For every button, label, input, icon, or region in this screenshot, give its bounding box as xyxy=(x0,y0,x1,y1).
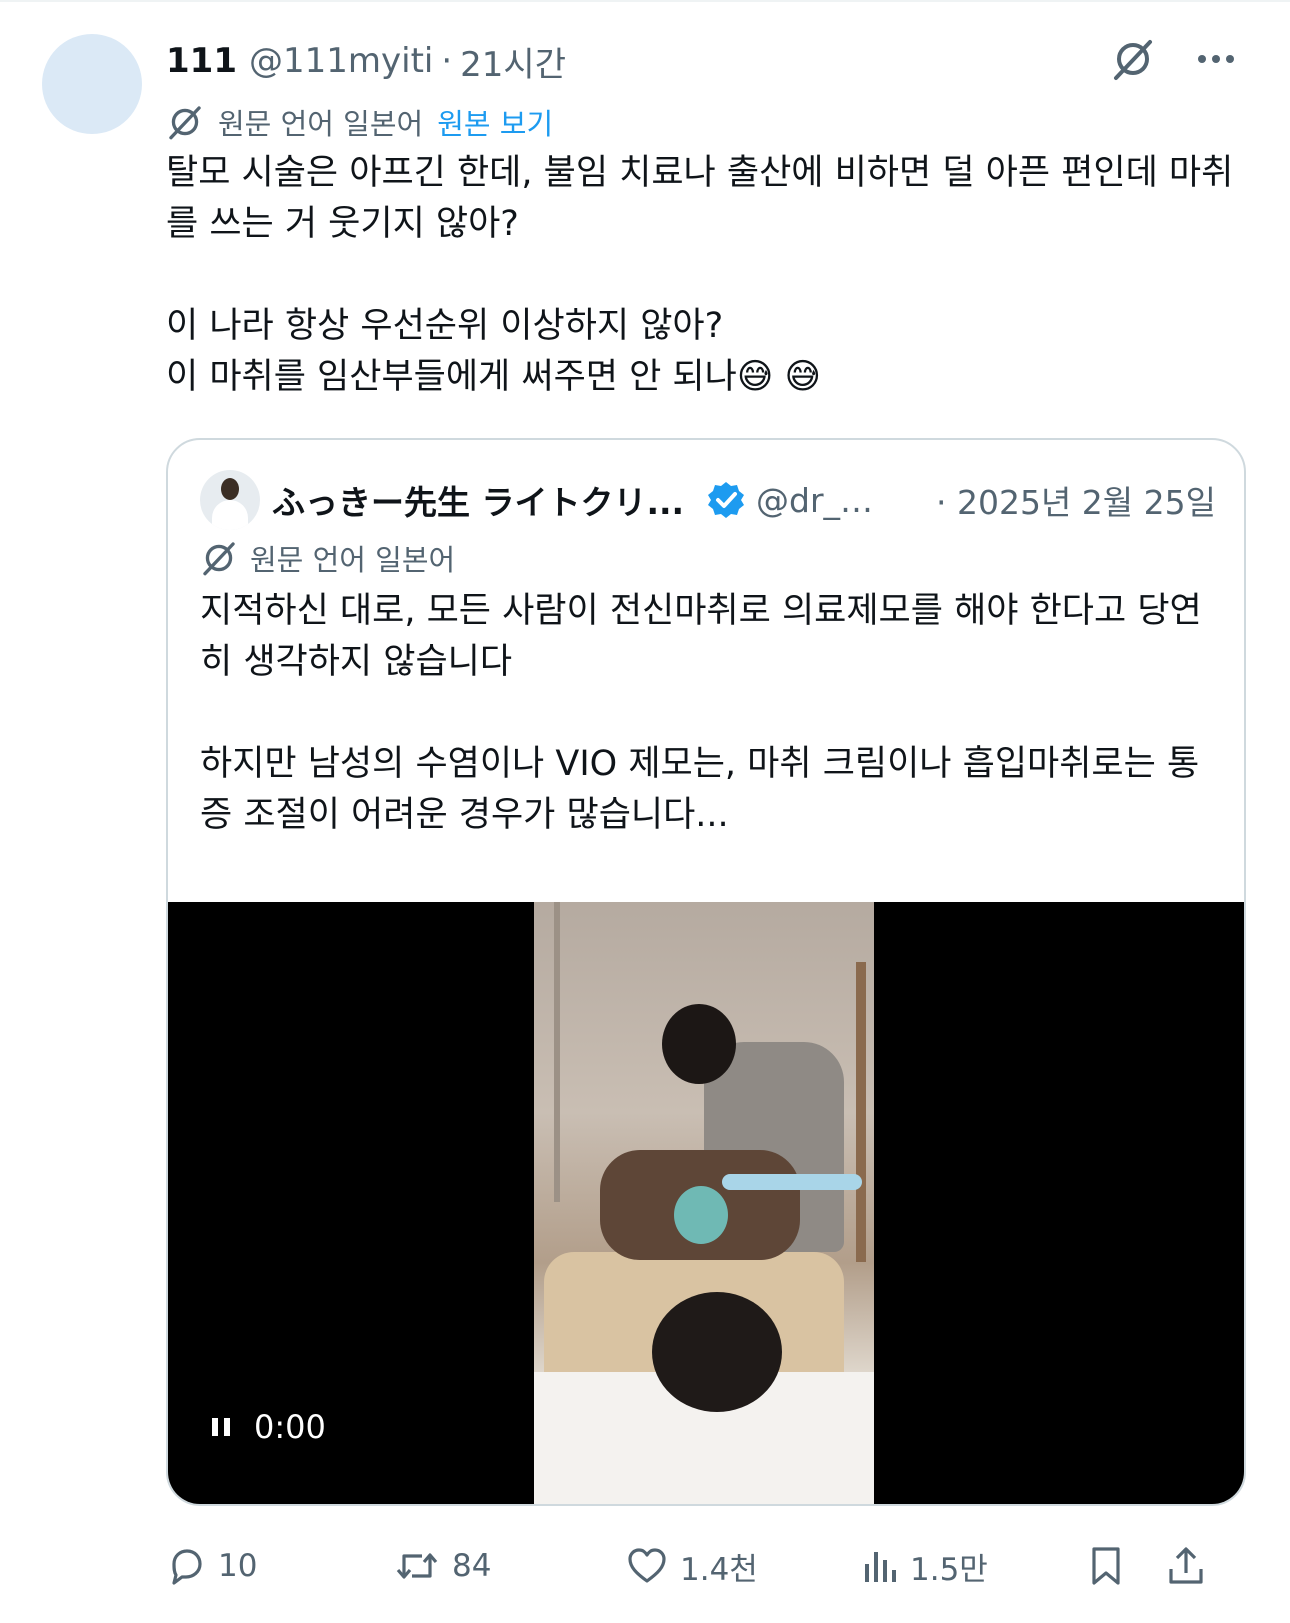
like-button[interactable]: 1.4천 xyxy=(626,1538,758,1594)
post-top-icons xyxy=(1110,36,1236,82)
views-count: 1.5만 xyxy=(910,1551,988,1588)
action-bar: 10 84 1.4천 1.5만 xyxy=(166,1538,1246,1594)
video-time: 0:00 xyxy=(254,1408,326,1446)
quoted-post[interactable]: ふっきー先生 ライトクリ... @dr_f... · 2025년 2월 25일 … xyxy=(166,438,1246,1506)
pause-icon[interactable] xyxy=(212,1418,230,1436)
views-button[interactable]: 1.5만 xyxy=(862,1538,988,1594)
grok-icon[interactable] xyxy=(1110,36,1156,82)
grok-translate-icon xyxy=(200,539,238,577)
author-handle[interactable]: @111myiti xyxy=(249,41,433,81)
translation-label: 원문 언어 일본어 xyxy=(218,107,424,141)
like-count: 1.4천 xyxy=(680,1551,758,1588)
quoted-post-text: 지적하신 대로, 모든 사람이 전신마취로 의료제모를 해야 한다고 당연 히 … xyxy=(200,591,1202,835)
video-controls: 0:00 xyxy=(212,1408,326,1446)
video-player[interactable]: 0:00 xyxy=(168,902,1244,1504)
quoted-translation-label: 원문 언어 일본어 xyxy=(250,543,456,577)
heart-icon xyxy=(626,1546,668,1586)
separator-dot: · xyxy=(441,41,453,81)
reply-icon xyxy=(166,1546,206,1586)
verified-badge-icon xyxy=(706,480,746,520)
avatar[interactable] xyxy=(42,34,142,134)
quoted-author-name[interactable]: ふっきー先生 ライトクリ... xyxy=(272,476,692,524)
more-options-icon[interactable] xyxy=(1196,53,1236,65)
quoted-post-header: ふっきー先生 ライトクリ... @dr_f... · 2025년 2월 25일 xyxy=(200,470,1216,530)
top-divider xyxy=(0,0,1290,2)
views-chart-icon xyxy=(862,1546,898,1586)
video-frame xyxy=(534,902,874,1504)
view-original-link[interactable]: 원본 보기 xyxy=(437,101,553,143)
share-button[interactable] xyxy=(1166,1538,1206,1594)
author-name[interactable]: 111 xyxy=(166,41,237,81)
reply-count: 10 xyxy=(218,1548,258,1584)
post-header: 111 @111myiti · 21시간 xyxy=(166,36,566,86)
bookmark-button[interactable] xyxy=(1088,1538,1124,1594)
quoted-author-avatar[interactable] xyxy=(200,470,260,530)
repost-count: 84 xyxy=(452,1548,492,1584)
quoted-author-handle[interactable]: @dr_f... xyxy=(756,481,876,520)
reply-button[interactable]: 10 xyxy=(166,1538,257,1594)
bookmark-icon xyxy=(1088,1545,1124,1587)
translation-row: 원문 언어 일본어 원본 보기 xyxy=(166,100,553,144)
post-time[interactable]: 21시간 xyxy=(460,37,566,86)
post-text: 탈모 시술은 아프긴 한데, 불임 치료나 출산에 비하면 덜 아픈 편인데 마… xyxy=(166,153,1234,397)
repost-icon xyxy=(394,1546,440,1586)
quoted-translation-row: 원문 언어 일본어 xyxy=(200,536,455,580)
share-icon xyxy=(1166,1545,1206,1587)
quoted-post-date[interactable]: · 2025년 2월 25일 xyxy=(936,476,1216,524)
repost-button[interactable]: 84 xyxy=(394,1538,491,1594)
grok-translate-icon xyxy=(166,103,204,141)
